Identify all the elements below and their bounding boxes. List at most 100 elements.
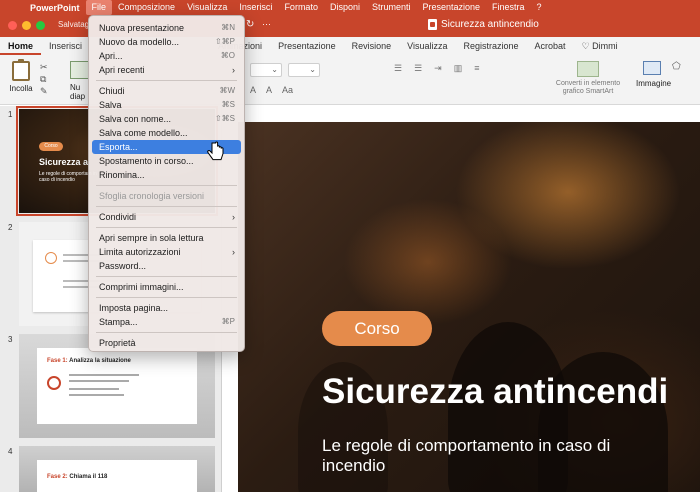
menu-item-label: Password...	[99, 261, 147, 271]
image-button[interactable]: Immagine	[636, 61, 672, 88]
menu-presentazione[interactable]: Presentazione	[416, 0, 486, 15]
menu-item-rinomina[interactable]: Rinomina...	[92, 168, 241, 182]
menu-inserisci[interactable]: Inserisci	[233, 0, 278, 15]
tab-dimmi[interactable]: ♡ Dimmi	[574, 37, 626, 55]
menu-item-sfoglia-cronologia-versioni: Sfoglia cronologia versioni	[92, 189, 241, 203]
menu-item-stampa[interactable]: Stampa... ⌘P	[92, 315, 241, 329]
menu-strumenti[interactable]: Strumenti	[366, 0, 417, 15]
menu-item-chiudi[interactable]: Chiudi ⌘W	[92, 84, 241, 98]
close-window-button[interactable]	[8, 21, 17, 30]
columns-icon[interactable]: ▥	[454, 63, 463, 74]
new-slide-icon[interactable]	[70, 61, 90, 79]
bold-icon[interactable]: A	[250, 85, 256, 95]
menu-separator	[96, 185, 237, 186]
text-line	[69, 380, 129, 382]
menu-separator	[96, 297, 237, 298]
menu-item-label: Chiudi	[99, 86, 125, 96]
thumb-heading: Fase 1: Analizza la situazione	[47, 358, 131, 364]
thumbnail-number: 4	[8, 447, 13, 456]
menu-help[interactable]: ?	[531, 0, 548, 15]
redo-icon[interactable]: ↻	[246, 19, 254, 30]
text-line	[69, 374, 139, 376]
tab-revisione[interactable]: Revisione	[344, 37, 400, 55]
chevron-right-icon: ›	[232, 212, 235, 222]
menu-item-salva-come-modello[interactable]: Salva come modello...	[92, 126, 241, 140]
menu-separator	[96, 80, 237, 81]
cut-icon[interactable]: ✂	[40, 61, 52, 73]
tab-presentazione[interactable]: Presentazione	[270, 37, 344, 55]
shapes-icon[interactable]: ⬠	[672, 61, 681, 72]
menu-item-label: Apri...	[99, 51, 123, 61]
menu-item-proprietà[interactable]: Proprietà	[92, 336, 241, 350]
menu-item-limita-autorizzazioni[interactable]: Limita autorizzazioni ›	[92, 245, 241, 259]
thumbnail-number: 1	[8, 110, 13, 119]
numbering-icon[interactable]: ☰	[414, 63, 422, 74]
image-icon	[643, 61, 661, 75]
autosave-label: Salvatag	[58, 20, 90, 29]
thumb-card: Fase 2: Chiama il 118	[37, 460, 197, 492]
menu-item-condividi[interactable]: Condividi ›	[92, 210, 241, 224]
font-size-dropdown[interactable]: ⌄	[288, 63, 320, 77]
menu-file[interactable]: File	[85, 0, 113, 15]
convert-to-smartart-button[interactable]: Converti in elemento grafico SmartArt	[550, 61, 626, 96]
thumb-card: Fase 1: Analizza la situazione	[37, 348, 197, 424]
more-icon[interactable]: ···	[262, 19, 271, 29]
text-line	[69, 394, 124, 396]
align-icon[interactable]: ≡	[474, 63, 479, 74]
menu-visualizza[interactable]: Visualizza	[181, 0, 233, 15]
powerpoint-file-icon	[428, 19, 437, 30]
menu-item-shortcut: ⇧⌘S	[214, 114, 235, 123]
italic-icon[interactable]: A	[266, 85, 272, 95]
paragraph-tools: ☰ ☰ ⇥ ▥ ≡	[394, 63, 479, 74]
tab-visualizza[interactable]: Visualizza	[399, 37, 455, 55]
menu-item-salva-con-nome[interactable]: Salva con nome... ⇧⌘S	[92, 112, 241, 126]
menu-item-nuova-presentazione[interactable]: Nuova presentazione ⌘N	[92, 21, 241, 35]
menu-item-shortcut: ⌘P	[221, 317, 235, 326]
tab-inserisci[interactable]: Inserisci	[41, 37, 90, 55]
menu-item-label: Condividi	[99, 212, 137, 222]
menu-composizione[interactable]: Composizione	[112, 0, 181, 15]
bullets-icon[interactable]: ☰	[394, 63, 402, 74]
menu-item-label: Spostamento in corso...	[99, 156, 194, 166]
menu-formato[interactable]: Formato	[278, 0, 324, 15]
format-painter-icon[interactable]: ✎	[40, 85, 52, 97]
menu-disponi[interactable]: Disponi	[324, 0, 366, 15]
menu-item-apri-recenti[interactable]: Apri recenti ›	[92, 63, 241, 77]
tab-home[interactable]: Home	[0, 37, 42, 55]
menu-item-imposta-pagina[interactable]: Imposta pagina...	[92, 301, 241, 315]
menu-item-password[interactable]: Password...	[92, 259, 241, 273]
paste-button[interactable]: Incolla	[8, 59, 34, 93]
menu-item-label: Salva con nome...	[99, 114, 172, 124]
tab-registrazione[interactable]: Registrazione	[456, 37, 527, 55]
app-menu-powerpoint[interactable]: PowerPoint	[28, 3, 86, 13]
copy-icon[interactable]: ⧉	[40, 73, 52, 85]
slide-thumbnail-4[interactable]: Fase 2: Chiama il 118	[19, 446, 215, 492]
slide-canvas[interactable]: Corso Sicurezza antincendi Le regole di …	[238, 122, 700, 492]
menu-item-label: Esporta...	[99, 142, 138, 152]
menu-item-apri[interactable]: Apri... ⌘O	[92, 49, 241, 63]
slide-title[interactable]: Sicurezza antincendi	[322, 372, 668, 412]
tab-acrobat[interactable]: Acrobat	[527, 37, 574, 55]
chevron-right-icon: ›	[232, 65, 235, 75]
new-slide-label: Nu diap	[70, 83, 86, 101]
text-effects-icon[interactable]: Aa	[282, 85, 293, 95]
menu-item-shortcut: ⌘W	[219, 86, 235, 95]
indent-icon[interactable]: ⇥	[434, 63, 442, 74]
menu-finestra[interactable]: Finestra	[486, 0, 531, 15]
minimize-window-button[interactable]	[22, 21, 31, 30]
menu-item-label: Apri recenti	[99, 65, 145, 75]
hand-pointer-icon	[207, 141, 224, 161]
menu-item-nuovo-da-modello[interactable]: Nuovo da modello... ⇧⌘P	[92, 35, 241, 49]
alarm-icon	[45, 252, 57, 264]
zoom-window-button[interactable]	[36, 21, 45, 30]
thumb-pill: Corso	[39, 142, 63, 151]
menu-item-shortcut: ⌘S	[221, 100, 235, 109]
slide-subtitle[interactable]: Le regole di comportamento in caso di in…	[322, 436, 622, 476]
course-pill[interactable]: Corso	[322, 311, 432, 346]
window-controls	[8, 21, 45, 30]
menu-item-salva[interactable]: Salva ⌘S	[92, 98, 241, 112]
font-name-dropdown[interactable]: ⌄	[250, 63, 282, 77]
image-label: Immagine	[636, 79, 672, 88]
menu-item-comprimi-immagini[interactable]: Comprimi immagini...	[92, 280, 241, 294]
menu-item-apri-sempre-in-sola-lettura[interactable]: Apri sempre in sola lettura	[92, 231, 241, 245]
